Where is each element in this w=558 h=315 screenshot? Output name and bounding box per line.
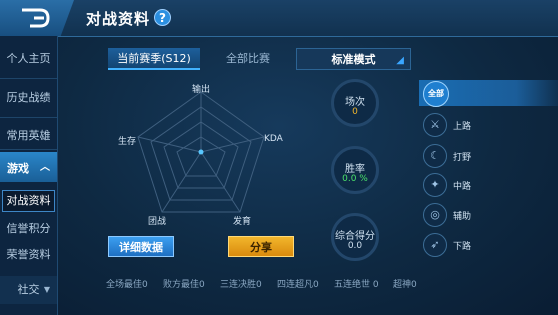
sidebar-item-battle-data[interactable]: 对战资料 [2,190,55,212]
mode-dropdown-value: 标准模式 [331,53,376,66]
sidebar-item-label: 常用英雄 [6,129,51,142]
radar-center-point [198,149,204,155]
chevron-up-icon: ︿ [40,162,50,173]
tab-all-matches[interactable]: 全部比赛 [200,48,296,70]
achievement-mvp: 全场最佳0 [106,280,148,290]
stat-matches: 场次 0 [331,79,379,127]
mid-lane-icon: ✦ [423,173,447,197]
stat-score-value: 0.0 [347,241,363,251]
sidebar-item-profile[interactable]: 个人主页 [0,50,57,79]
lane-item-all[interactable]: 全部 [419,80,558,107]
radar-label-teamfight: 团战 [148,217,167,227]
radar-chart: 输出 KDA 发育 团战 生存 [118,82,284,228]
sidebar-item-label: 社交 [17,283,40,296]
radar-label-kda: KDA [264,134,283,144]
jungle-icon: ☾ [423,144,447,168]
sidebar-item-social[interactable]: 社交 ▼ [0,276,57,304]
stat-winrate-value: 0.0 % [342,174,368,184]
lane-item-mid[interactable]: ✦ 中路 [419,172,558,198]
detail-data-button[interactable]: 详细数据 [108,236,174,257]
achievement-quadra: 四连超凡0 [277,280,319,290]
achievement-penta: 五连绝世 0 [334,280,379,290]
radar-label-growth: 发育 [233,217,252,227]
stat-matches-label: 场次 [345,97,365,108]
achievement-loser-mvp: 败方最佳0 [163,280,205,290]
chevron-down-icon: ▼ [43,285,50,294]
support-icon: ◎ [423,203,447,227]
sidebar-item-credit[interactable]: 信誉积分 [0,220,57,236]
lane-filter: 全部 ⚔ 上路 ☾ 打野 ✦ 中路 ◎ 辅助 ➶ 下路 [419,75,558,265]
season-tabs: 当前赛季(S12) 全部比赛 标准模式 ◢ [108,48,411,70]
stat-matches-value: 0 [352,107,358,117]
stat-winrate: 胜率 0.0 % [331,146,379,194]
header-bar [0,0,558,37]
lane-item-support[interactable]: ◎ 辅助 [419,202,558,228]
all-icon: 全部 [423,81,449,107]
page-title: 对战资料 [86,10,151,28]
sidebar: 个人主页 历史战绩 常用英雄 游戏 ︿ 对战资料 信誉积分 荣誉资料 社交 ▼ [0,36,58,315]
share-button[interactable]: 分享 [228,236,294,257]
sidebar-group-label: 游戏 [7,162,29,175]
sidebar-item-honor[interactable]: 荣誉资料 [0,246,57,262]
lane-item-top[interactable]: ⚔ 上路 [419,112,558,138]
sidebar-item-label: 历史战绩 [6,91,51,104]
radar-label-survival: 生存 [118,137,137,147]
dropdown-arrow-icon: ◢ [396,55,404,66]
radar-grid [137,91,265,213]
achievement-legendary: 超神0 [393,280,417,290]
lane-item-bottom[interactable]: ➶ 下路 [419,232,558,258]
bottom-lane-icon: ➶ [423,233,447,257]
sidebar-item-heroes[interactable]: 常用英雄 [0,127,57,150]
stat-winrate-label: 胜率 [345,164,365,175]
top-lane-icon: ⚔ [423,113,447,137]
radar-label-output: 输出 [192,85,211,95]
back-icon [22,8,50,28]
lane-item-jungle[interactable]: ☾ 打野 [419,143,558,169]
help-icon[interactable]: ? [154,9,171,26]
stat-score-label: 综合得分 [335,231,375,242]
mode-dropdown[interactable]: 标准模式 ◢ [296,48,411,70]
sidebar-group-game[interactable]: 游戏 ︿ [0,152,57,182]
lane-label: 打野 [453,153,472,163]
stat-score: 综合得分 0.0 [331,213,379,261]
achievement-triple: 三连决胜0 [220,280,262,290]
lane-label: 上路 [453,122,472,132]
lane-label: 中路 [453,182,472,192]
lane-label: 下路 [453,242,472,252]
sidebar-item-history[interactable]: 历史战绩 [0,89,57,118]
lane-label: 辅助 [453,212,472,222]
tab-current-season[interactable]: 当前赛季(S12) [108,48,200,70]
sidebar-item-label: 个人主页 [6,52,51,65]
